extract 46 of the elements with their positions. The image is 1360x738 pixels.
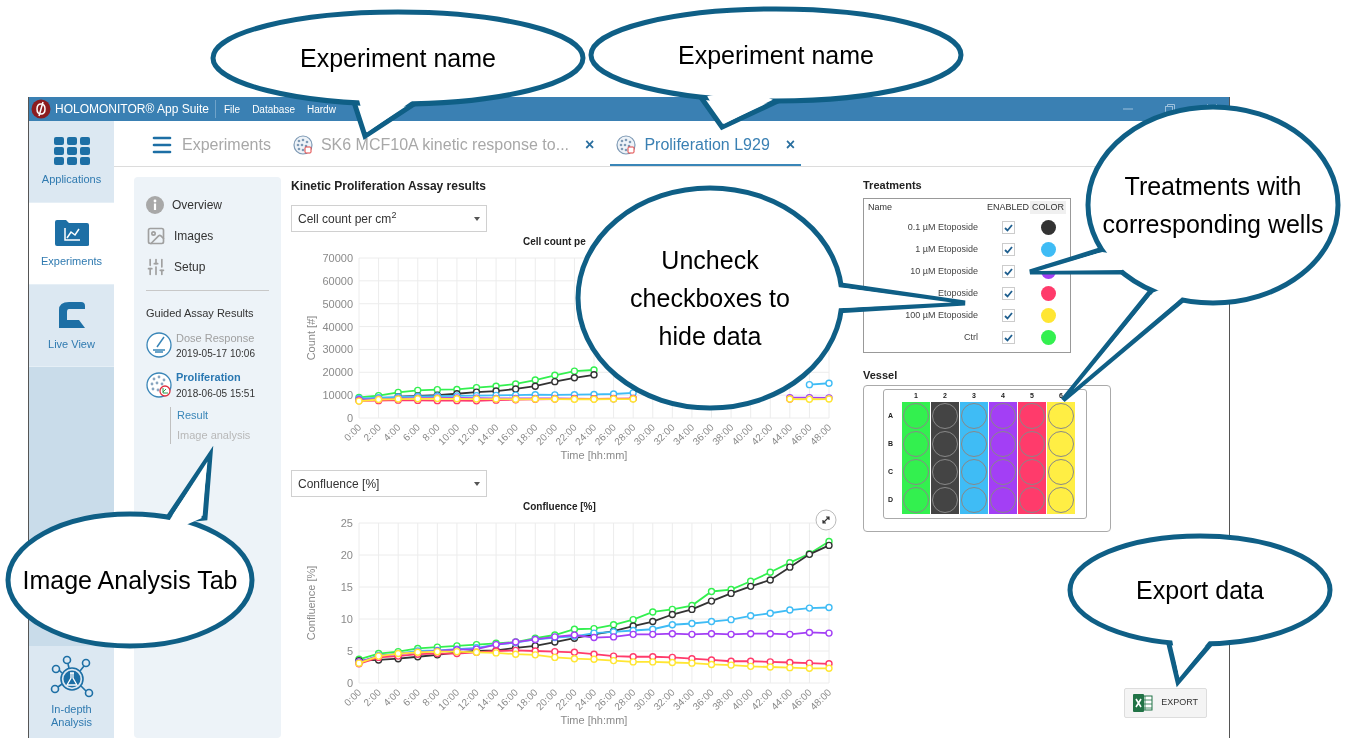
app-title: HOLOMONITOR® App Suite [55,100,216,118]
axis-tick-label: 20 [340,549,353,561]
axis-title: Confluence [%] [305,565,317,641]
table-cell-text: Ctrl [963,330,979,344]
callout-text: Treatments with corresponding wells [1101,171,1325,240]
section-title: Vessel [863,367,898,383]
axis-tick-label: 20000 [322,366,353,379]
table-cell-text: 100 µM Etoposide [904,308,979,322]
page-title: Kinetic Proliferation Assay results [291,178,487,195]
axis-tick-label: 6:00 [400,421,423,444]
table-cell-text: 1 µM Etoposide [914,242,979,256]
axis-tick-label: 70000 [322,252,353,264]
axis-tick-label: 5 [346,645,353,657]
axis-tick-label: 6:00 [400,686,423,709]
column-header: Name [868,200,893,214]
chart-title: Confluence [%] [523,500,596,514]
table-cell-text: 10 µM Etoposide [909,264,979,278]
callout-text: Export data [1136,575,1264,606]
axis-tick-label: 0 [346,677,353,689]
axis-tick-label: 30000 [322,343,353,356]
axis-tick-label: 50000 [322,297,353,310]
axis-tick-label: 40000 [322,320,353,333]
column-header: ENABLED [986,200,1030,214]
axis-tick-label: 4:00 [381,686,403,709]
axis-tick-label: 4:00 [381,421,403,444]
axis-title: Time [hh:mm] [560,449,628,461]
callout-text: Experiment name [300,43,496,74]
column-header: COLOR [1030,200,1066,215]
callout-text: Image Analysis Tab [22,565,238,596]
table-cell-text: 0.1 µM Etoposide [906,220,979,234]
axis-tick-label: 10000 [322,389,353,402]
axis-tick-label: 0:00 [341,686,364,709]
axis-tick-label: 15 [340,581,353,593]
axis-title: Time [hh:mm] [560,714,628,726]
section-title: Treatments [863,178,922,193]
callout-text: Uncheck checkboxes to hide data [629,245,791,352]
axis-title: Count [#] [305,315,317,361]
axis-tick-label: 60000 [322,274,353,287]
section-title: Guided Assay Results [146,306,255,321]
callout-text: Experiment name [678,40,874,71]
table-cell-text: Etoposide [936,286,979,300]
chart-title: Cell count pe [523,235,586,249]
axis-tick-label: 0 [346,412,353,424]
axis-tick-label: 10 [340,613,353,625]
axis-tick-label: 25 [340,517,353,529]
axis-tick-label: 0:00 [341,421,364,444]
